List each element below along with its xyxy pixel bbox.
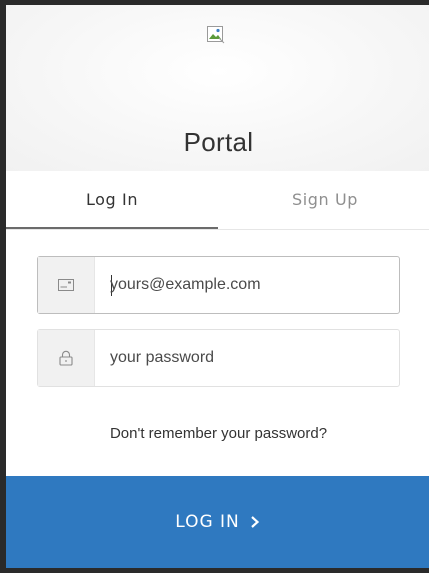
tab-log-in[interactable]: Log In	[6, 171, 218, 229]
log-in-button-label: LOG IN	[175, 512, 240, 532]
email-field[interactable]	[37, 256, 400, 314]
page-title: Portal	[183, 127, 254, 157]
password-field[interactable]	[37, 329, 400, 387]
tab-sign-up[interactable]: Sign Up	[219, 171, 429, 227]
auth-tabs: Log In Sign Up	[6, 171, 429, 230]
login-card: Portal Log In Sign Up yours@example.com …	[6, 5, 429, 568]
password-field-icon-box	[38, 330, 95, 386]
chevron-right-icon	[251, 516, 259, 528]
lock-icon	[59, 350, 73, 366]
email-input[interactable]	[110, 257, 390, 313]
forgot-password-link[interactable]: Don't remember your password?	[6, 425, 429, 442]
envelope-icon	[58, 279, 74, 291]
broken-image-icon	[207, 26, 225, 44]
email-field-icon-box	[38, 257, 95, 313]
header: Portal	[6, 5, 429, 171]
window-frame: Portal Log In Sign Up yours@example.com …	[0, 0, 429, 573]
password-input[interactable]	[110, 330, 390, 386]
log-in-button[interactable]: LOG IN	[6, 476, 429, 568]
